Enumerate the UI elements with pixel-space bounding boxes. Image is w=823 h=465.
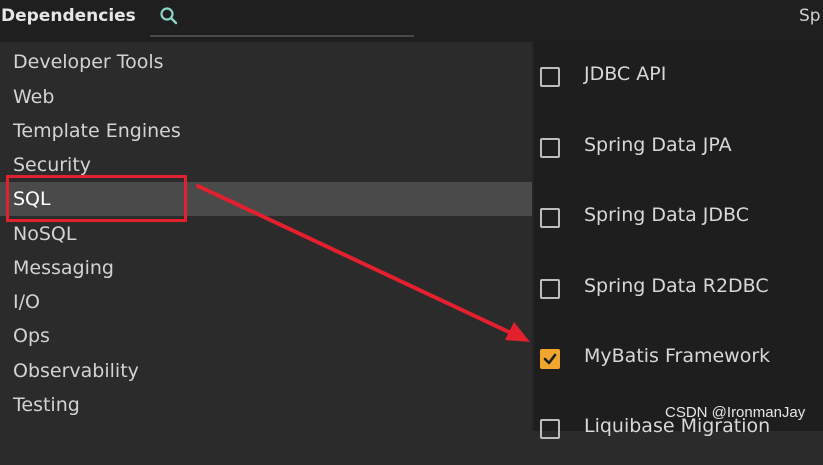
checkbox-checked[interactable] [540, 349, 560, 369]
dependency-item-spring-data-r2dbc[interactable]: Spring Data R2DBC [534, 255, 823, 325]
checkbox[interactable] [540, 279, 560, 299]
dependency-item-jdbc-api[interactable]: JDBC API [534, 43, 823, 113]
dependency-label: Spring Data R2DBC [584, 275, 769, 297]
sidebar-item-developer-tools[interactable]: Developer Tools [0, 45, 532, 79]
sidebar-item-web[interactable]: Web [0, 80, 532, 114]
search-input[interactable] [150, 35, 414, 37]
watermark: CSDN @IronmanJay [665, 404, 806, 421]
dependency-label: MyBatis Framework [584, 345, 771, 367]
dependency-list: JDBC API Spring Data JPA Spring Data JDB… [534, 42, 823, 439]
checkbox[interactable] [540, 67, 560, 87]
sidebar-item-label: Observability [13, 360, 139, 382]
sidebar-item-label: Security [13, 154, 92, 176]
sidebar-item-label: Template Engines [13, 120, 181, 142]
sidebar-item-observability[interactable]: Observability [0, 354, 532, 388]
sidebar-item-io[interactable]: I/O [0, 285, 532, 319]
sidebar-item-label: Messaging [13, 257, 114, 279]
sidebar-item-label: Ops [13, 325, 50, 347]
sidebar-item-messaging[interactable]: Messaging [0, 251, 532, 285]
header-right-text: Sp [799, 6, 821, 26]
sidebar-item-label: Web [13, 86, 55, 108]
sidebar-item-testing[interactable]: Testing [0, 388, 532, 422]
header-bar: Dependencies Sp [0, 0, 823, 42]
sidebar-item-label: NoSQL [13, 223, 77, 245]
dependency-item-mybatis-framework[interactable]: MyBatis Framework [534, 325, 823, 395]
checkbox[interactable] [540, 419, 560, 439]
dependency-label: Spring Data JPA [584, 134, 732, 156]
category-sidebar: Developer Tools Web Template Engines Sec… [0, 42, 532, 431]
sidebar-item-nosql[interactable]: NoSQL [0, 217, 532, 251]
sidebar-item-template-engines[interactable]: Template Engines [0, 114, 532, 148]
dependency-item-spring-data-jdbc[interactable]: Spring Data JDBC [534, 184, 823, 254]
sidebar-item-label: I/O [13, 291, 40, 313]
checkbox[interactable] [540, 138, 560, 158]
dependency-item-spring-data-jpa[interactable]: Spring Data JPA [534, 114, 823, 184]
search-icon[interactable] [158, 5, 180, 27]
page-title: Dependencies [1, 6, 136, 26]
sidebar-item-label: Developer Tools [13, 51, 164, 73]
annotation-highlight-box [6, 175, 187, 222]
checkmark-icon [543, 353, 557, 365]
sidebar-item-label: Testing [13, 394, 80, 416]
dependency-label: JDBC API [584, 63, 667, 85]
checkbox[interactable] [540, 208, 560, 228]
dependency-label: Spring Data JDBC [584, 204, 749, 226]
sidebar-item-ops[interactable]: Ops [0, 319, 532, 353]
